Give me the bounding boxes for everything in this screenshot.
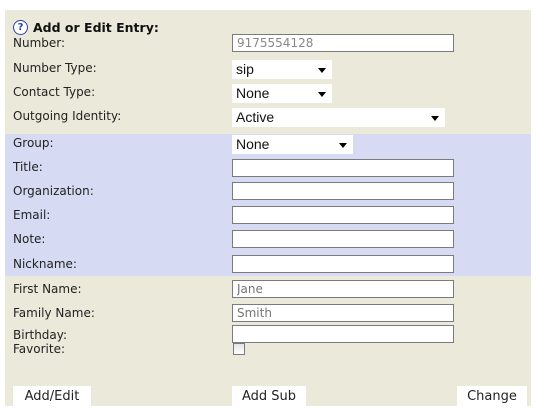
title-input[interactable]: [232, 159, 454, 177]
title-label: Title:: [13, 160, 43, 174]
family-name-input[interactable]: [232, 304, 454, 322]
outgoing-identity-value: Active: [236, 109, 275, 125]
nickname-label: Nickname:: [13, 257, 77, 271]
contact-type-label: Contact Type:: [13, 85, 96, 99]
contact-type-select[interactable]: None: [232, 84, 332, 103]
entry-form-panel: ? Add or Edit Entry: Number: Number Type…: [5, 10, 531, 408]
form-title-text: Add or Edit Entry:: [33, 20, 159, 35]
group-value: None: [236, 136, 270, 152]
change-button[interactable]: Change: [457, 386, 527, 408]
favorite-checkbox[interactable]: [233, 343, 245, 355]
note-input[interactable]: [232, 230, 454, 248]
number-type-value: sip: [236, 61, 254, 77]
family-name-label: Family Name:: [13, 306, 95, 320]
chevron-down-icon: [339, 143, 347, 148]
chevron-down-icon: [318, 68, 326, 73]
organization-label: Organization:: [13, 184, 94, 198]
number-input[interactable]: [232, 34, 454, 52]
help-icon[interactable]: ?: [13, 20, 28, 35]
add-sub-button[interactable]: Add Sub: [232, 386, 306, 408]
contact-type-value: None: [236, 85, 270, 101]
outgoing-identity-select[interactable]: Active: [232, 108, 445, 127]
number-type-label: Number Type:: [13, 61, 97, 75]
nickname-input[interactable]: [232, 255, 454, 273]
outgoing-identity-label: Outgoing Identity:: [13, 109, 122, 123]
group-label: Group:: [13, 136, 54, 150]
add-edit-button[interactable]: Add/Edit: [13, 386, 91, 408]
note-label: Note:: [13, 232, 46, 246]
favorite-label: Favorite:: [13, 342, 65, 356]
first-name-input[interactable]: [232, 280, 454, 298]
first-name-label: First Name:: [13, 282, 82, 296]
chevron-down-icon: [318, 92, 326, 97]
group-select[interactable]: None: [232, 135, 353, 154]
number-label: Number:: [13, 36, 66, 50]
form-title: ? Add or Edit Entry:: [13, 20, 159, 35]
organization-input[interactable]: [232, 182, 454, 200]
birthday-input[interactable]: [232, 325, 454, 343]
email-input[interactable]: [232, 206, 454, 224]
birthday-label: Birthday:: [13, 328, 68, 342]
chevron-down-icon: [431, 116, 439, 121]
number-type-select[interactable]: sip: [232, 60, 332, 79]
email-label: Email:: [13, 208, 51, 222]
